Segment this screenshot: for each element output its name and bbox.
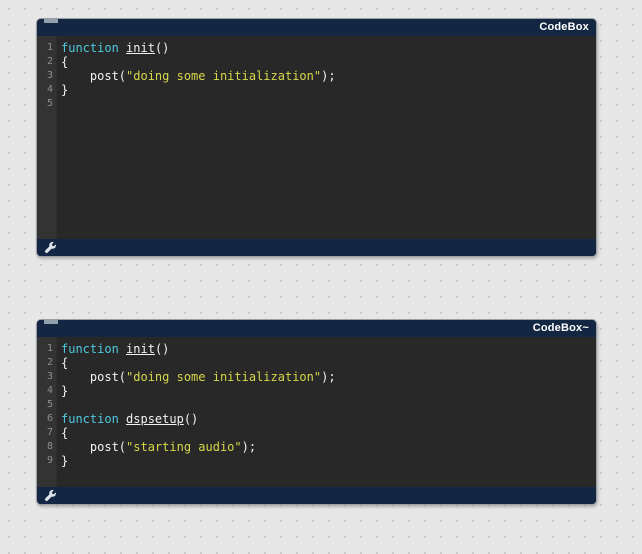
code-token-string: "doing some initialization": [126, 69, 322, 83]
code-token-function-name: dspsetup: [126, 412, 184, 426]
line-number: 4: [46, 385, 53, 396]
code-token-plain: }: [61, 454, 69, 468]
code-text-area[interactable]: function init(){ post("doing some initia…: [57, 337, 596, 487]
line-number: 2: [46, 357, 53, 368]
code-token-plain: (): [183, 412, 199, 426]
code-token-keyword: function: [61, 412, 127, 426]
window-drag-nub[interactable]: [44, 19, 58, 23]
code-editor[interactable]: 12345 function init(){ post("doing some …: [37, 36, 596, 239]
code-line: {: [61, 426, 596, 440]
code-line: function init(): [61, 342, 596, 356]
line-number-gutter: 1 2 3 4 5: [37, 36, 57, 239]
code-token-plain: }: [61, 384, 69, 398]
code-token-plain: {: [61, 55, 69, 69]
window-titlebar[interactable]: CodeBox: [37, 19, 596, 36]
codebox-window[interactable]: CodeBox 12345 function init(){ post("doi…: [36, 18, 597, 257]
code-editor[interactable]: 123456789 function init(){ post("doing s…: [37, 337, 596, 487]
line-number: 1: [46, 42, 53, 53]
code-token-plain: (): [154, 41, 170, 55]
code-token-plain: {: [61, 356, 69, 370]
window-title: CodeBox: [539, 21, 589, 33]
code-token-keyword: function: [61, 342, 127, 356]
code-line: post("doing some initialization");: [61, 69, 596, 83]
line-number: 3: [46, 371, 53, 382]
code-token-plain: (): [154, 342, 170, 356]
window-titlebar[interactable]: CodeBox~: [37, 320, 596, 337]
line-number: 8: [46, 441, 53, 452]
window-footer: [37, 487, 596, 504]
line-number-gutter: 1 2 3 4 5 6 7 8 9: [37, 337, 57, 487]
line-number: 7: [46, 427, 53, 438]
window-title: CodeBox~: [532, 322, 589, 334]
wrench-icon[interactable]: [44, 489, 57, 502]
code-token-plain: );: [321, 69, 336, 83]
line-number: 1: [46, 343, 53, 354]
code-line: {: [61, 55, 596, 69]
code-line: }: [61, 454, 596, 468]
line-number: 3: [46, 70, 53, 81]
code-token-plain: );: [321, 370, 336, 384]
code-line: }: [61, 83, 596, 97]
code-line: }: [61, 384, 596, 398]
codebox-window[interactable]: CodeBox~ 123456789 function init(){ post…: [36, 319, 597, 505]
code-line: post("doing some initialization");: [61, 370, 596, 384]
code-token-plain: post(: [61, 370, 127, 384]
window-drag-nub[interactable]: [44, 320, 58, 324]
line-number: 2: [46, 56, 53, 67]
code-token-string: "doing some initialization": [126, 370, 322, 384]
code-token-keyword: function: [61, 41, 127, 55]
wrench-icon[interactable]: [44, 241, 57, 254]
code-line: post("starting audio");: [61, 440, 596, 454]
code-line: {: [61, 356, 596, 370]
line-number: 5: [46, 399, 53, 410]
code-token-plain: {: [61, 426, 69, 440]
code-line: function init(): [61, 41, 596, 55]
code-token-plain: }: [61, 83, 69, 97]
code-text-area[interactable]: function init(){ post("doing some initia…: [57, 36, 596, 239]
code-token-plain: post(: [61, 69, 127, 83]
code-token-string: "starting audio": [126, 440, 242, 454]
line-number: 6: [46, 413, 53, 424]
line-number: 9: [46, 455, 53, 466]
line-number: 4: [46, 84, 53, 95]
line-number: 5: [46, 98, 53, 109]
code-token-function-name: init: [126, 41, 155, 55]
code-token-function-name: init: [126, 342, 155, 356]
code-token-plain: post(: [61, 440, 127, 454]
code-token-plain: );: [241, 440, 257, 454]
code-line: function dspsetup(): [61, 412, 596, 426]
window-footer: [37, 239, 596, 256]
